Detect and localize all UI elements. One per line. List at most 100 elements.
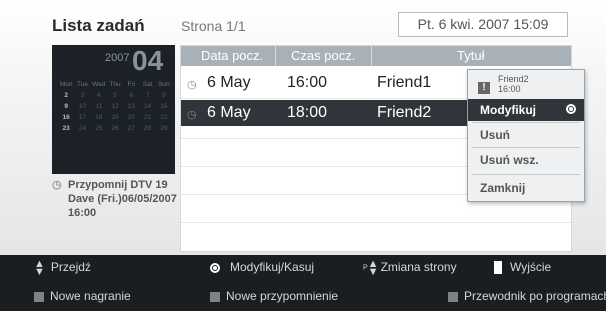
column-divider [275,46,276,66]
row-title: Friend1 [377,74,432,91]
clock-icon: ◷ [187,109,197,121]
menu-divider [472,174,580,175]
context-menu: ! Friend2 16:00 Modyfikuj Usuń Usuń wsz.… [467,69,585,202]
menu-item-close[interactable]: Zamknij [468,177,584,199]
calendar-day: 5 [113,92,117,99]
calendar-day: 26 [111,125,119,132]
ok-button-icon [210,262,220,273]
hint-program-guide-label: Przewodnik po programach [464,289,606,303]
hint-page-change: P▲ ▼ Zmiana strony [363,258,457,278]
hint-exit-label: Wyjście [510,260,552,274]
calendar-day: 2 [64,92,68,99]
row-time: 16:00 [287,74,328,91]
calendar-day: 29 [160,125,168,132]
footer-key-guide: ▲ ▼ Przejdź Modyfikuj/Kasuj P▲ ▼ Zmiana stro… [0,255,606,311]
calendar-day: 27 [127,125,135,132]
menu-item-label: Usuń [480,128,510,142]
calendar-weekday: Mon [59,81,73,88]
calendar-day: 18 [95,114,103,121]
calendar-year: 2007 [105,52,130,64]
calendar-day: 3 [80,92,85,99]
exit-icon [494,261,502,275]
calendar-day: 6 [129,92,134,99]
color-key-icon [448,291,458,302]
menu-item-label: Zamknij [480,181,526,195]
color-key-icon [34,291,44,302]
menu-item-delete-all[interactable]: Usuń wsz. [468,149,584,171]
calendar-day: 25 [95,125,103,132]
calendar-day: 17 [78,114,87,121]
page-indicator: Strona 1/1 [181,18,246,34]
calendar-day: 23 [62,125,70,132]
row-time: 18:00 [287,104,328,121]
calendar-day: 9 [64,103,68,110]
hint-program-guide: Przewodnik po programach [448,289,606,303]
calendar-day: 10 [78,103,87,110]
column-header-title: Tytuł [457,48,485,63]
calendar-day: 11 [95,103,103,110]
hint-page-change-label: Zmiana strony [380,260,457,275]
row-date: 6 May [207,74,251,91]
hint-exit: Wyjście [494,260,552,275]
hint-move: ▲ ▼ Przejdź [34,258,91,278]
column-divider [371,46,372,66]
calendar-day: 7 [145,92,150,99]
calendar-grid: Mon Tue Wed Thu Fri Sat Sun 2 3 4 5 6 7 … [58,81,172,132]
hint-modify-delete: Modyfikuj/Kasuj [210,260,314,274]
clock-icon: ◷ [187,79,197,91]
calendar-day: 4 [96,92,101,99]
reminder-text: Przypomnij DTV 19 Dave (Fri.)06/05/2007 … [68,179,177,219]
hint-move-label: Przejdź [50,260,91,275]
reminder-info: ◷ Przypomnij DTV 19 Dave (Fri.)06/05/200… [52,178,177,220]
calendar-day: 20 [127,114,135,121]
menu-item-label: Modyfikuj [480,103,536,117]
calendar-weekday: Tue [76,81,88,88]
calendar-day: 21 [143,114,152,121]
clock-icon: ◷ [52,179,62,191]
calendar-month: 04 [132,45,164,76]
row-divider [181,222,571,223]
calendar-day: 8 [162,92,166,99]
column-header-start-time: Czas pocz. [291,48,356,63]
calendar-weekday: Wed [92,81,106,88]
calendar-day: 28 [143,125,152,132]
radio-selected-icon [566,104,576,114]
color-key-icon [210,291,220,302]
menu-divider [472,147,580,148]
column-header-start-date: Data pocz. [201,48,264,63]
row-date: 6 May [207,104,251,121]
menu-divider [472,122,580,123]
calendar-weekday: Fri [127,81,136,88]
calendar-day: 24 [78,125,87,132]
alert-icon: ! [478,82,490,94]
hint-modify-delete-label: Modyfikuj/Kasuj [230,260,315,274]
calendar-weekday: Sat [142,81,153,88]
hint-new-recording: Nowe nagranie [34,289,131,303]
page-up-down-icon: ▲ ▼ [367,258,379,278]
context-menu-header: ! Friend2 16:00 [472,74,580,98]
menu-item-modify[interactable]: Modyfikuj [468,99,584,121]
context-menu-program-title: Friend2 [498,74,529,84]
row-title: Friend2 [377,104,432,121]
calendar-weekday: Sun [158,81,170,88]
hint-new-recording-label: Nowe nagranie [50,289,131,303]
table-header: Data pocz. Czas pocz. Tytuł [181,46,571,66]
calendar: 2007 04 Mon Tue Wed Thu Fri Sat Sun 2 3 … [52,45,175,174]
hint-new-reminder: Nowe przypomnienie [210,289,338,303]
menu-item-delete[interactable]: Usuń [468,124,584,146]
calendar-day: 16 [62,114,70,121]
calendar-day: 14 [143,103,152,110]
calendar-weekday: Thu [109,81,121,88]
main-panel: Lista zadań Strona 1/1 Pt. 6 kwi. 2007 1… [0,0,606,255]
up-down-arrow-icon: ▲ ▼ [34,258,45,278]
hint-new-reminder-label: Nowe przypomnienie [226,289,339,303]
calendar-day: 19 [111,114,119,121]
calendar-day: 12 [111,103,119,110]
calendar-day: 13 [127,103,135,110]
page-title: Lista zadań [52,16,145,35]
calendar-day: 22 [160,114,168,121]
context-menu-program-time: 16:00 [498,84,521,94]
datetime-display: Pt. 6 kwi. 2007 15:09 [398,12,568,37]
calendar-day: 15 [160,103,168,110]
context-menu-program: Friend2 16:00 [498,74,529,94]
